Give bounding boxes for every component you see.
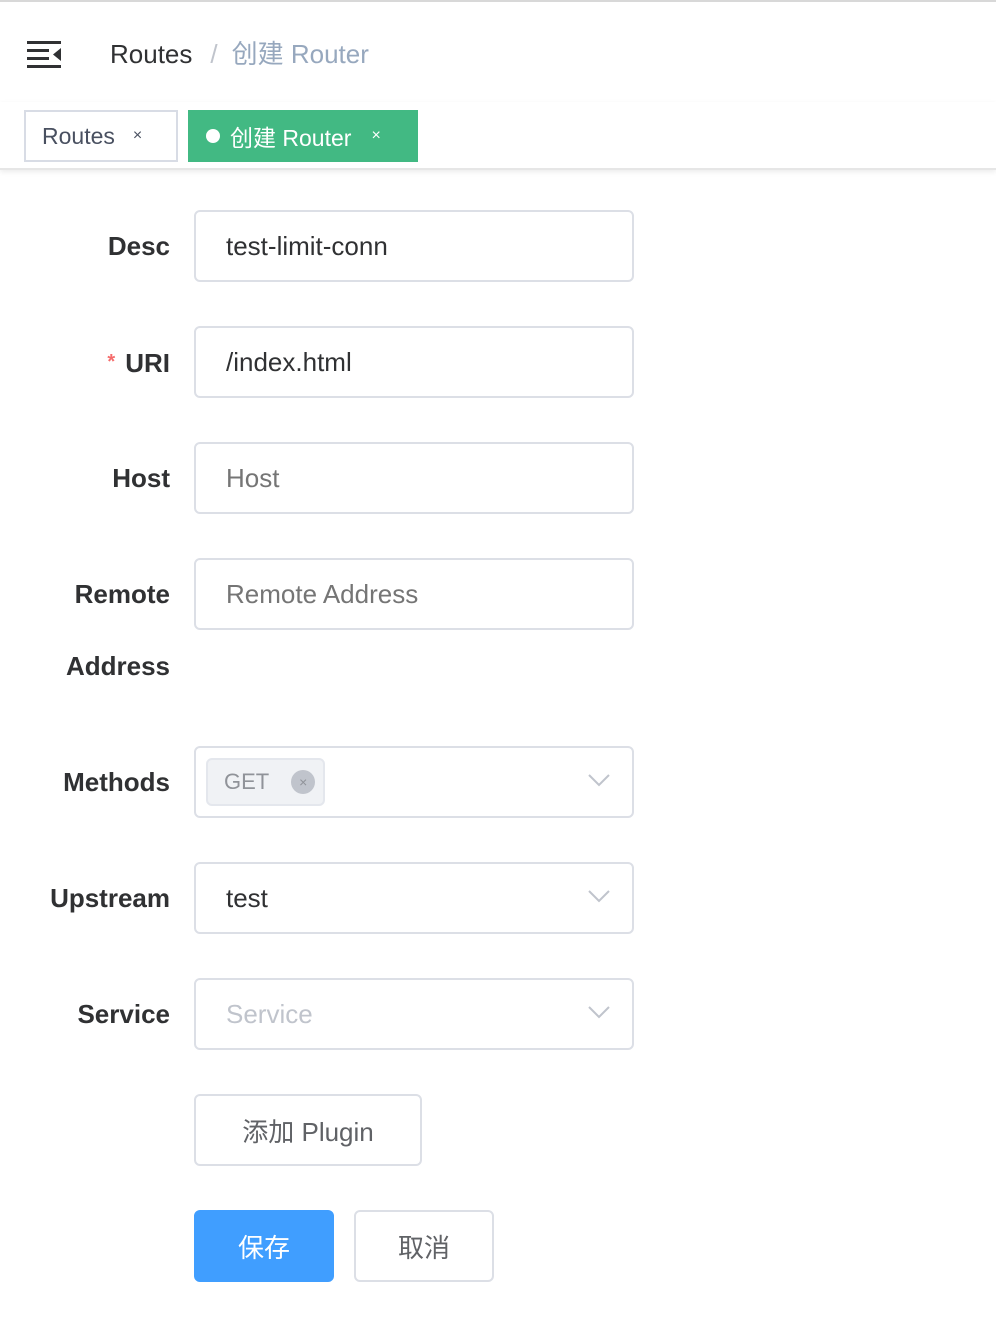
- upstream-select[interactable]: test: [194, 862, 634, 934]
- uri-input[interactable]: [194, 326, 634, 398]
- desc-input[interactable]: [194, 210, 634, 282]
- close-icon[interactable]: ×: [371, 128, 380, 144]
- upstream-label: Upstream: [50, 883, 170, 913]
- active-dot-icon: [206, 129, 220, 143]
- methods-label: Methods: [63, 767, 170, 797]
- tags-view: Routes × 创建 Router ×: [0, 102, 996, 170]
- upstream-value: test: [226, 882, 268, 913]
- tag-remove-icon[interactable]: ×: [291, 770, 316, 794]
- remote-address-label: Remote Address: [10, 558, 170, 702]
- method-tag-get: GET ×: [206, 758, 326, 806]
- breadcrumb-item-current: 创建 Router: [231, 39, 369, 69]
- chevron-down-icon: [588, 774, 610, 787]
- tag-label: Routes: [42, 122, 115, 149]
- save-button[interactable]: 保存: [194, 1210, 334, 1282]
- tag-routes[interactable]: Routes ×: [24, 110, 178, 162]
- breadcrumb-item-routes[interactable]: Routes: [110, 39, 192, 69]
- hamburger-icon[interactable]: [27, 40, 61, 68]
- desc-label: Desc: [107, 231, 170, 261]
- remote-address-input[interactable]: [194, 558, 634, 630]
- tag-label: 创建 Router: [230, 125, 352, 151]
- chevron-down-icon: [588, 890, 610, 903]
- method-tag-label: GET: [224, 769, 270, 794]
- host-label: Host: [112, 463, 170, 493]
- cancel-button[interactable]: 取消: [354, 1210, 494, 1282]
- required-mark: *: [107, 351, 116, 373]
- breadcrumb-separator: /: [210, 39, 218, 69]
- host-input[interactable]: [194, 442, 634, 514]
- navbar: Routes / 创建 Router: [0, 0, 996, 102]
- uri-label: * URI: [107, 345, 170, 380]
- service-label: Service: [77, 999, 170, 1029]
- service-select[interactable]: Service: [194, 978, 634, 1050]
- chevron-down-icon: [588, 1006, 610, 1019]
- remote-address-label-line2: Address: [65, 651, 170, 681]
- uri-label-text: URI: [125, 348, 170, 378]
- close-icon[interactable]: ×: [133, 128, 142, 144]
- remote-address-label-line1: Remote: [74, 579, 170, 609]
- add-plugin-button[interactable]: 添加 Plugin: [194, 1094, 422, 1166]
- tag-create-router[interactable]: 创建 Router ×: [188, 110, 418, 162]
- methods-select[interactable]: GET ×: [194, 746, 634, 818]
- breadcrumb: Routes / 创建 Router: [110, 36, 369, 72]
- service-placeholder: Service: [226, 998, 313, 1029]
